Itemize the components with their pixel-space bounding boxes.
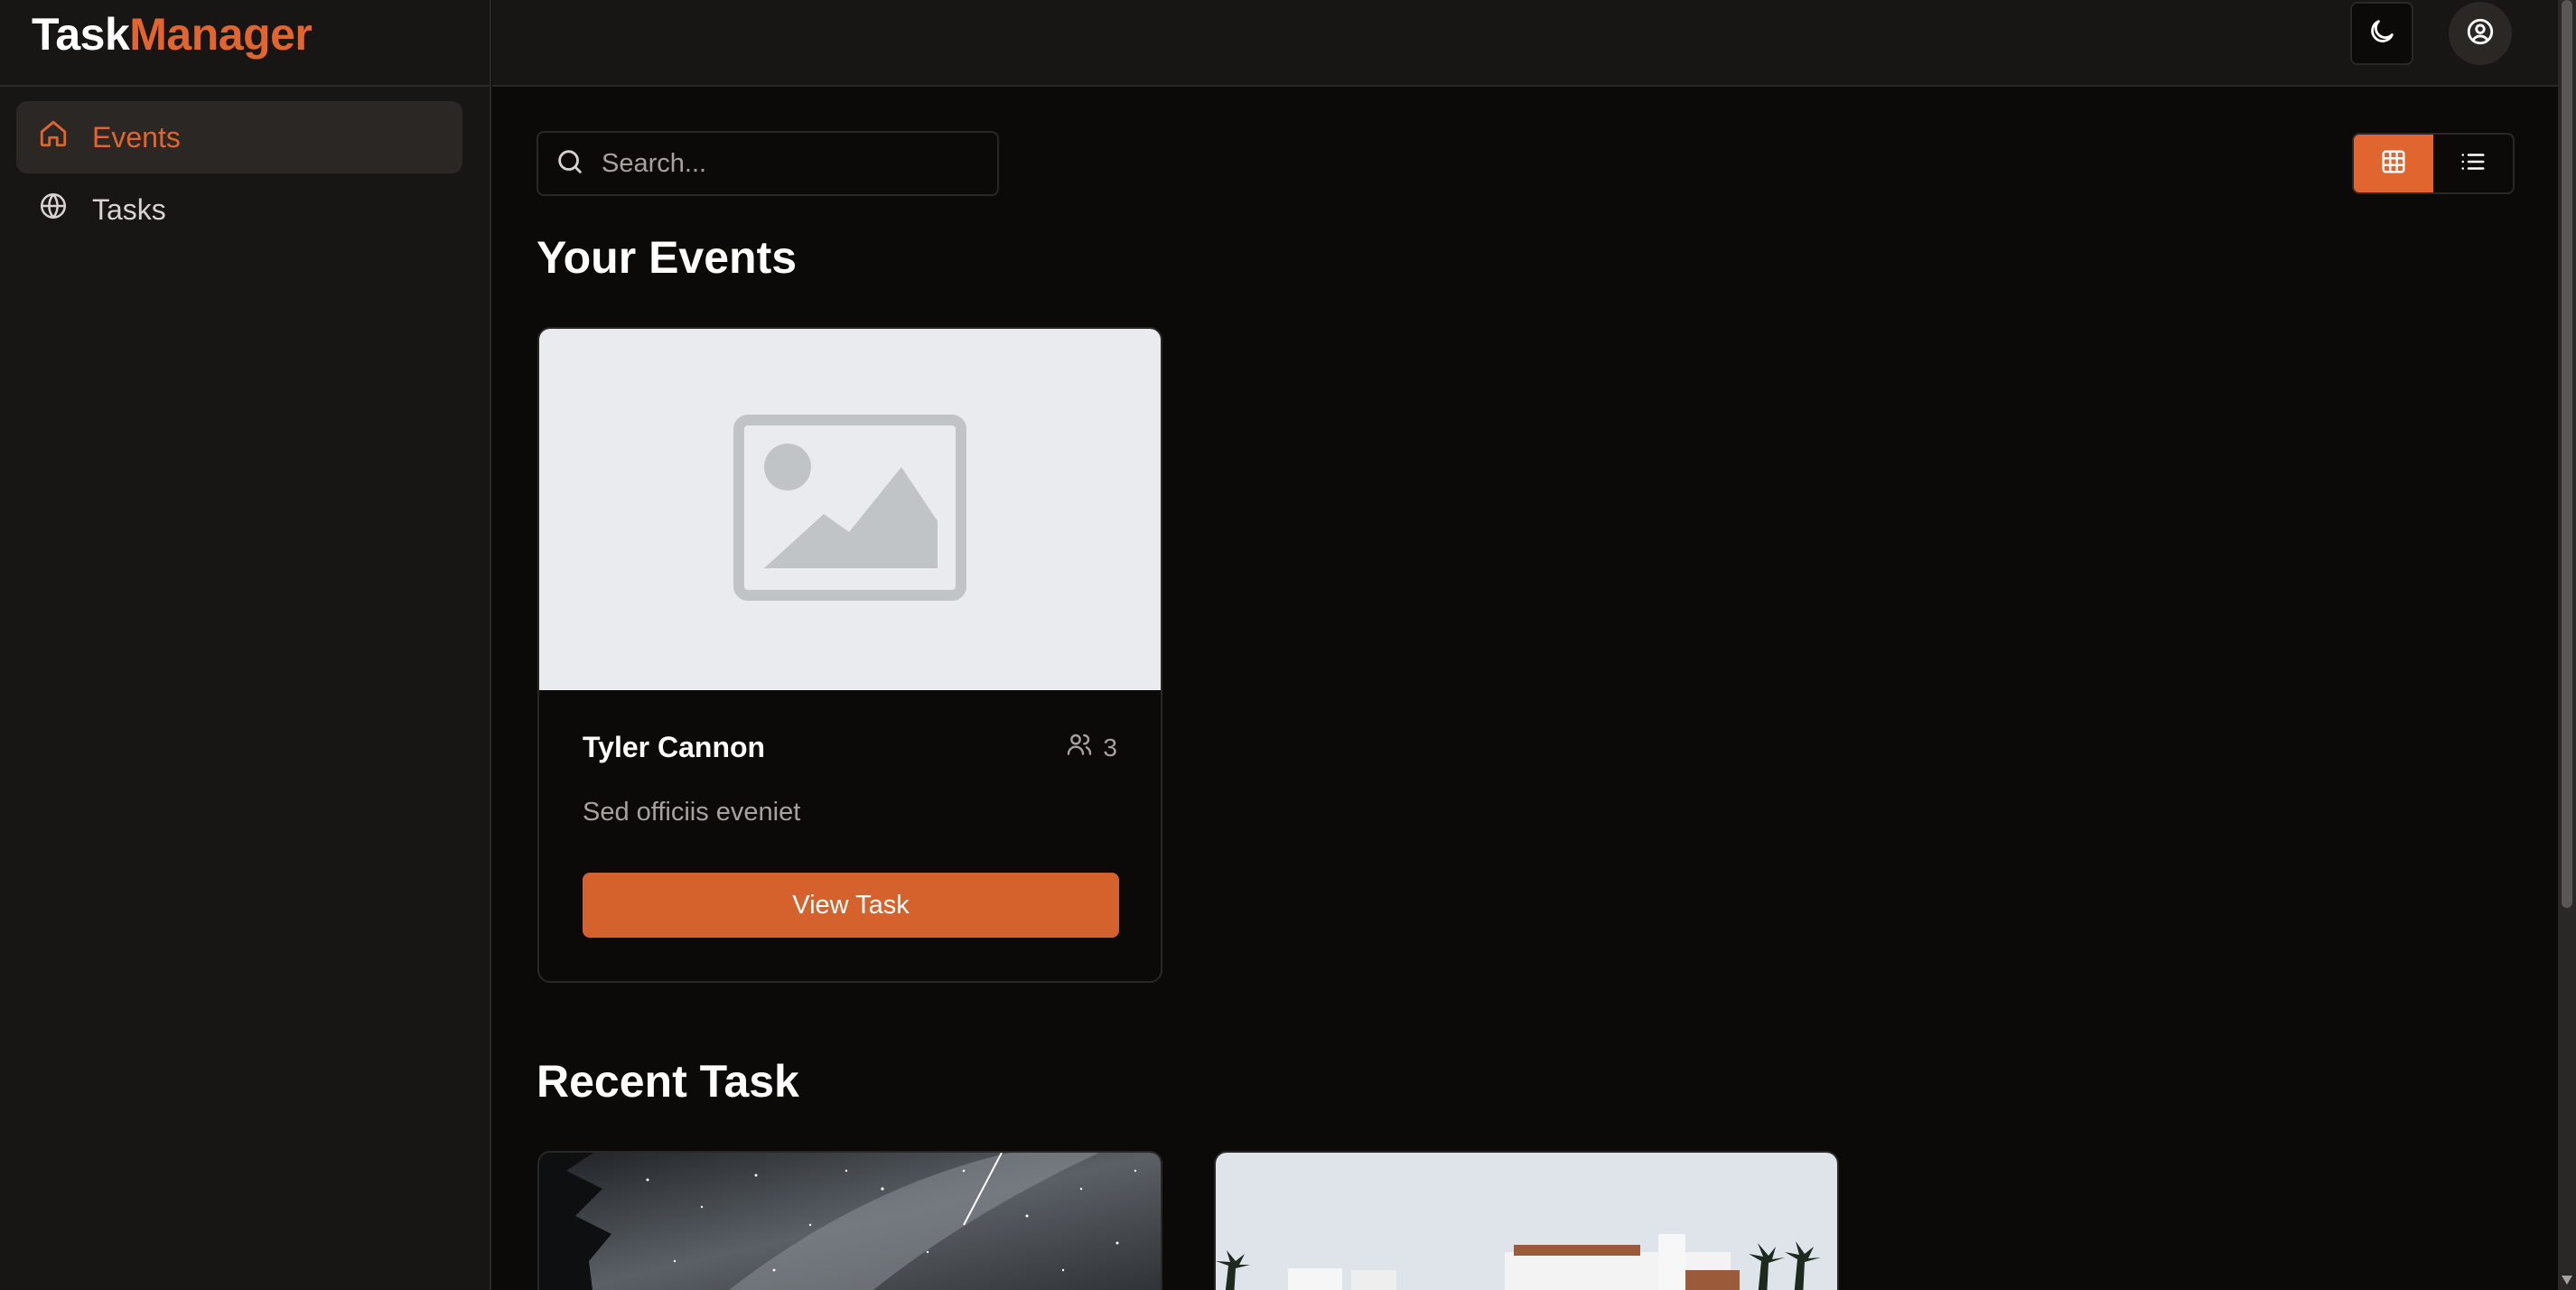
recent-task-card-1[interactable] — [537, 1151, 1162, 1290]
users-icon — [1065, 730, 1094, 765]
home-icon — [38, 118, 69, 156]
globe-icon — [38, 191, 69, 229]
sidebar-divider — [0, 85, 491, 87]
brand-part2: Manager — [129, 9, 313, 60]
list-icon — [2459, 148, 2487, 180]
search-input[interactable] — [602, 148, 981, 179]
image-placeholder-icon — [733, 414, 966, 605]
user-circle-icon — [2465, 16, 2496, 51]
sidebar: TaskManager Events Tasks — [0, 0, 491, 1290]
app-logo[interactable]: TaskManager — [32, 7, 313, 61]
theme-toggle-button[interactable] — [2350, 2, 2413, 65]
building-image — [1216, 1153, 1837, 1290]
sidebar-item-label: Tasks — [92, 192, 166, 226]
grid-icon — [2380, 148, 2407, 180]
view-task-button[interactable]: View Task — [583, 873, 1119, 938]
your-events-heading: Your Events — [537, 232, 798, 283]
recent-task-heading: Recent Task — [537, 1056, 799, 1107]
list-view-button[interactable] — [2433, 135, 2513, 192]
card-description: Sed officiis eveniet — [583, 798, 801, 827]
sidebar-item-tasks[interactable]: Tasks — [16, 173, 462, 246]
brand-part1: Task — [32, 9, 130, 60]
event-card: Tyler Cannon 3 Sed officiis eveniet View… — [537, 327, 1162, 983]
user-menu-button[interactable] — [2449, 2, 2512, 65]
image-placeholder — [539, 329, 1161, 690]
recent-task-card-2[interactable] — [1214, 1151, 1839, 1290]
view-toggle — [2352, 133, 2515, 194]
topbar — [492, 0, 2559, 87]
members-count: 3 — [1065, 730, 1117, 765]
grid-view-button[interactable] — [2354, 135, 2433, 192]
sidebar-item-events[interactable]: Events — [16, 101, 462, 173]
members-count-value: 3 — [1103, 733, 1117, 762]
search-box — [537, 131, 999, 196]
night-sky-image — [539, 1153, 1161, 1290]
sidebar-item-label: Events — [92, 120, 181, 154]
card-title: Tyler Cannon — [583, 731, 766, 763]
scroll-down-arrow-icon[interactable] — [2562, 1276, 2572, 1285]
moon-icon — [2366, 16, 2397, 51]
search-icon — [555, 146, 585, 182]
scrollbar-thumb[interactable] — [2562, 0, 2572, 908]
